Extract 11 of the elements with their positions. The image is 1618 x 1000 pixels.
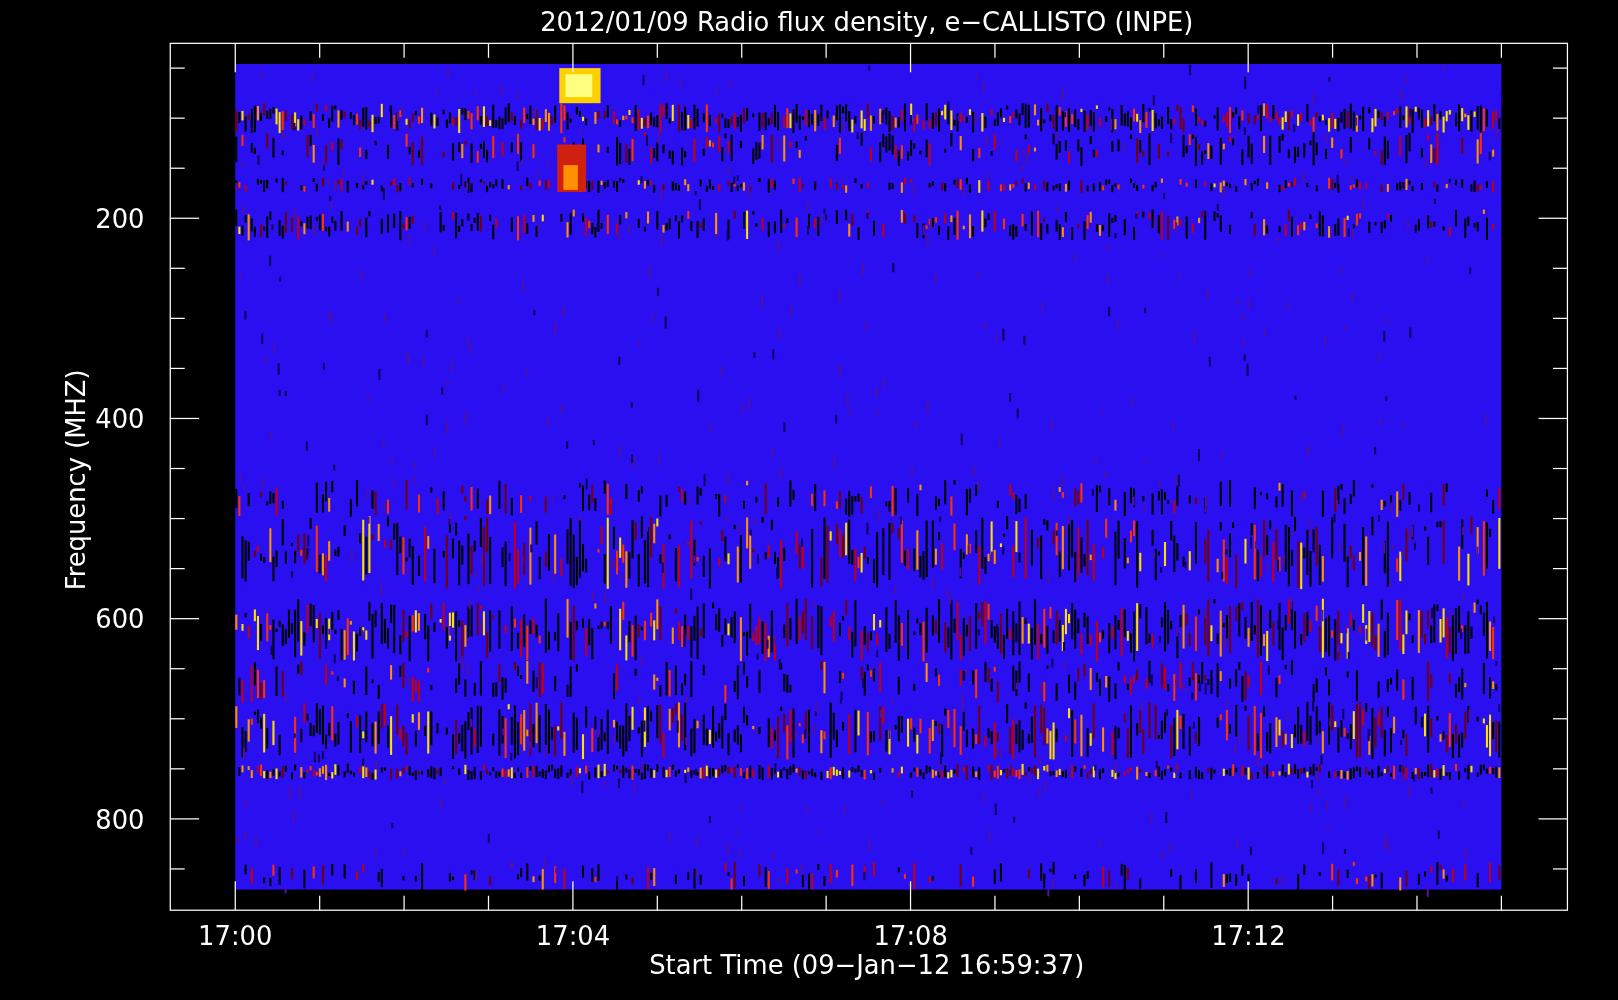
x-tick-label: 17:04 (535, 921, 611, 952)
y-tick-label: 200 (95, 204, 145, 235)
x-tick-label: 17:00 (198, 921, 273, 952)
x-tick-label: 17:12 (1211, 921, 1286, 952)
y-tick-label: 600 (95, 604, 145, 635)
chart-title: 2012/01/09 Radio flux density, e−CALLISTO (INPE) (540, 6, 1194, 37)
y-tick-label: 400 (95, 404, 145, 435)
x-axis-label: Start Time (09−Jan−12 16:59:37) (649, 950, 1085, 981)
y-axis-label: Frequency (MHZ) (60, 369, 91, 591)
x-tick-label: 17:08 (873, 921, 948, 952)
y-tick-label: 800 (95, 804, 145, 835)
